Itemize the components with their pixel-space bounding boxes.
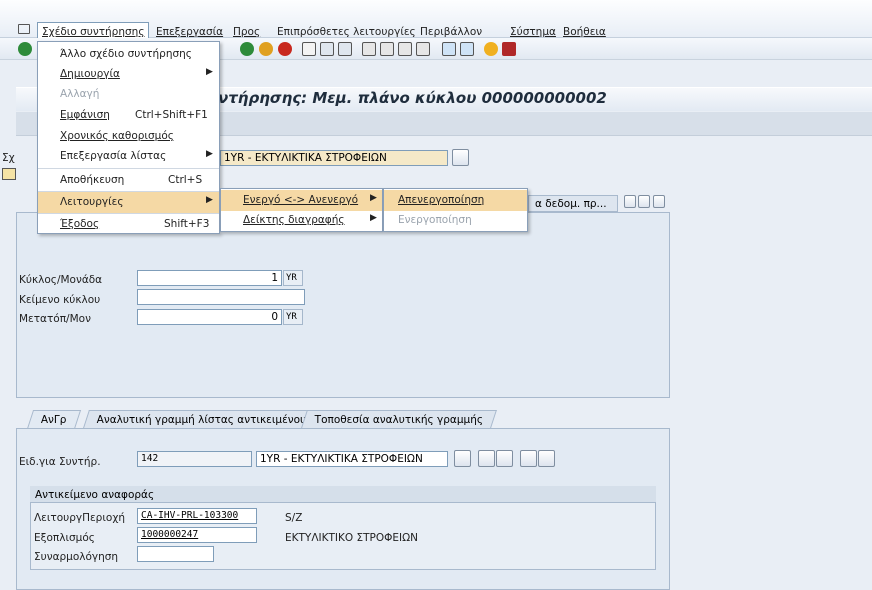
submenu-arrow-icon: ▶ (370, 213, 377, 223)
equipment-label: Εξοπλισμός (34, 532, 95, 544)
help-icon[interactable] (484, 42, 498, 56)
maint-item-desc-input[interactable]: 1YR - ΕΚΤΥΛΙΚΤΙΚΑ ΣΤΡΟΦΕΙΩΝ (256, 451, 448, 467)
menu-item-other-plan[interactable]: Άλλο σχέδιο συντήρησης (38, 44, 219, 65)
menu-item-activate: Ενεργοποίηση (398, 214, 472, 226)
menu-item-save[interactable]: Αποθήκευση Ctrl+S (38, 170, 219, 191)
menu-goto[interactable]: Προς (233, 26, 260, 38)
cycle-unit-field[interactable]: YR (283, 270, 303, 286)
menu-item-create[interactable]: Δημιουργία ▶ (38, 64, 219, 85)
long-text-button[interactable] (454, 450, 471, 467)
tab-scroll-right-button[interactable] (638, 195, 650, 208)
menu-extras[interactable]: Επιπρόσθετες λειτουργίες (277, 26, 416, 38)
functional-location-desc: S/Z (285, 512, 303, 524)
offset-label: Μετατόπ/Μον (19, 313, 91, 325)
find-icon[interactable] (320, 42, 334, 56)
task-list-select-button[interactable] (538, 450, 555, 467)
last-page-icon[interactable] (416, 42, 430, 56)
task-list-button[interactable] (520, 450, 537, 467)
cycle-unit-label: Κύκλος/Μονάδα (19, 274, 103, 286)
submenu-arrow-icon: ▶ (206, 67, 213, 77)
find-next-icon[interactable] (338, 42, 352, 56)
submenu-arrow-icon: ▶ (206, 195, 213, 205)
menu-item-scheduling[interactable]: Χρονικός καθορισμός (38, 126, 219, 147)
cancel-icon[interactable] (278, 42, 292, 56)
cycle-text-input[interactable] (137, 289, 305, 305)
offset-value-input[interactable]: 0 (137, 309, 282, 325)
assembly-label: Συναρμολόγηση (34, 551, 119, 563)
menu-item-change: Αλλαγή (60, 88, 100, 100)
header-tab-partial[interactable]: α δεδομ. πρ... (528, 195, 618, 212)
equipment-desc: ΕΚΤΥΛΙΚΤΙΚΟ ΣΤΡΟΦΕΙΩΝ (285, 532, 419, 544)
functional-location-label: ΛειτουργΠεριοχή (34, 512, 126, 524)
cycle-value-input[interactable]: 1 (137, 270, 282, 286)
maint-item-label: Ειδ.για Συντήρ. (19, 456, 101, 468)
new-session-icon[interactable] (442, 42, 456, 56)
menu-help[interactable]: Βοήθεια (563, 26, 606, 38)
shortcut-icon[interactable] (460, 42, 474, 56)
tab-item[interactable]: ΑνΓρ (26, 410, 81, 429)
menu-icon[interactable] (18, 24, 30, 34)
assembly-input[interactable] (137, 546, 214, 562)
tab-object-list[interactable]: Αναλυτική γραμμή λίστας αντικειμένου (83, 410, 321, 428)
menu-system[interactable]: Σύστημα (510, 26, 556, 38)
maintenance-plan-menu: Άλλο σχέδιο συντήρησης Δημιουργία ▶ Αλλαγ… (37, 41, 220, 234)
object-list-button[interactable] (496, 450, 513, 467)
document-button[interactable] (478, 450, 495, 467)
plan-label: Σχ (2, 152, 15, 164)
menu-item-display[interactable]: Εμφάνιση Ctrl+Shift+F1 (38, 105, 219, 126)
enter-icon[interactable] (18, 42, 32, 56)
reference-object-title: Αντικείμενο αναφοράς (30, 486, 656, 503)
submenu-arrow-icon: ▶ (370, 193, 377, 203)
exit-icon[interactable] (259, 42, 273, 56)
first-page-icon[interactable] (362, 42, 376, 56)
long-text-button[interactable] (452, 149, 469, 166)
layout-icon[interactable] (502, 42, 516, 56)
page-title: ντήρησης: Μεμ. πλάνο κύκλου 000000000002 (218, 89, 607, 107)
equipment-input[interactable]: 1000000247 (137, 527, 257, 543)
menu-item-list-editing[interactable]: Επεξεργασία λίστας ▶ (38, 146, 219, 167)
plan-description-field[interactable]: 1YR - ΕΚΤΥΛΙΚΤΙΚΑ ΣΤΡΟΦΕΙΩΝ (220, 150, 448, 166)
print-icon[interactable] (302, 42, 316, 56)
menu-item-deletion-flag[interactable]: Δείκτης διαγραφής ▶ (221, 210, 382, 231)
back-icon[interactable] (240, 42, 254, 56)
tab-item-location[interactable]: Τοποθεσία αναλυτικής γραμμής (301, 410, 498, 428)
cycle-panel (16, 212, 670, 398)
offset-unit-field[interactable]: YR (283, 309, 303, 325)
menu-item-active-inactive[interactable]: Ενεργό <-> Ανενεργό ▶ (221, 190, 382, 211)
menu-edit[interactable]: Επεξεργασία (156, 26, 223, 38)
tab-scroll-left-button[interactable] (624, 195, 636, 208)
next-page-icon[interactable] (398, 42, 412, 56)
menu-environment[interactable]: Περιβάλλον (420, 26, 482, 38)
maint-item-input[interactable]: 142 (137, 451, 252, 467)
menu-item-deactivate[interactable]: Απενεργοποίηση (384, 190, 527, 211)
menu-item-functions[interactable]: Λειτουργίες ▶ (38, 192, 219, 213)
active-inactive-submenu: Απενεργοποίηση Ενεργοποίηση (383, 188, 528, 232)
cycle-text-label: Κείμενο κύκλου (19, 294, 101, 306)
submenu-arrow-icon: ▶ (206, 149, 213, 159)
functional-location-input[interactable]: CA-IHV-PRL-103300 (137, 508, 257, 524)
tab-list-button[interactable] (653, 195, 665, 208)
menu-item-exit[interactable]: Έξοδος Shift+F3 (38, 214, 219, 235)
functions-submenu: Ενεργό <-> Ανενεργό ▶ Δείκτης διαγραφής ▶ (220, 188, 383, 232)
expand-icon[interactable] (2, 168, 16, 180)
prev-page-icon[interactable] (380, 42, 394, 56)
